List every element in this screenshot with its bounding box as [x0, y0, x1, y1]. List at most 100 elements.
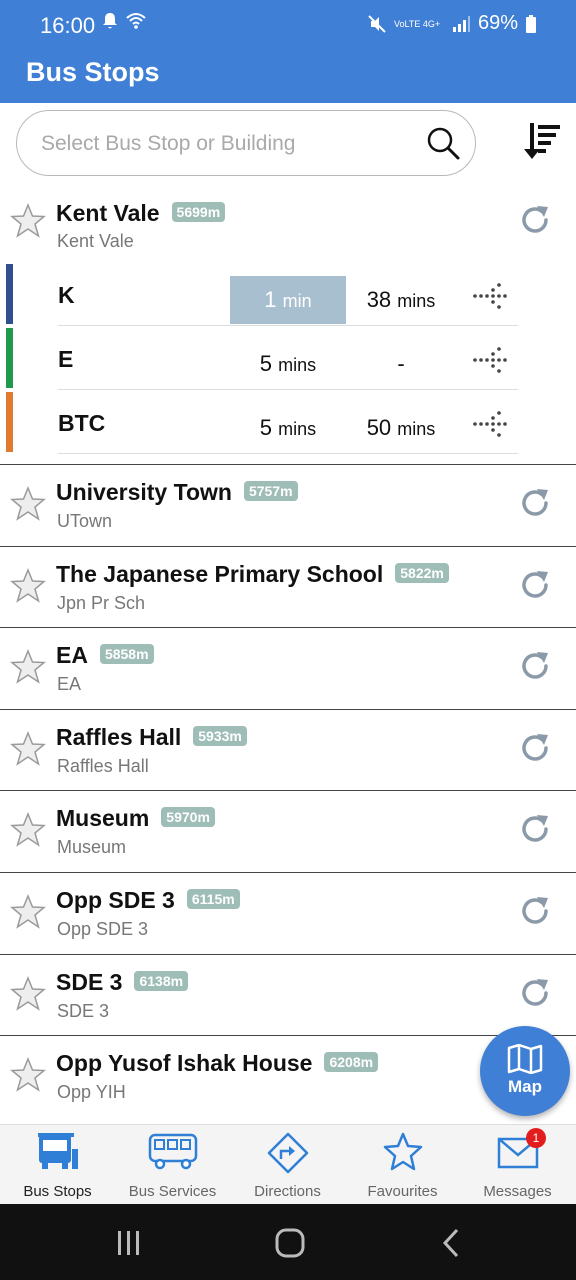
- nav-favourites[interactable]: Favourites: [345, 1125, 460, 1205]
- refresh-icon[interactable]: [517, 485, 553, 521]
- favourite-star-icon[interactable]: [9, 202, 47, 240]
- service-arrivals: K 1 min 38 mins E 5 mins - BTC 5 mins 50…: [0, 262, 576, 464]
- service-color-bar: [6, 328, 13, 388]
- stop-name-text: The Japanese Primary School: [56, 560, 384, 587]
- stop-code: Opp SDE 3: [57, 918, 149, 939]
- favourite-star-icon[interactable]: [9, 485, 47, 523]
- status-notification-icons: [102, 12, 146, 30]
- favourite-star-icon[interactable]: [9, 975, 47, 1013]
- service-row-k[interactable]: K 1 min 38 mins: [0, 262, 576, 326]
- route-dots-icon[interactable]: [472, 346, 508, 374]
- notification-bell-icon: [103, 13, 117, 29]
- route-dots-icon[interactable]: [472, 410, 508, 438]
- refresh-icon[interactable]: [517, 730, 553, 766]
- next-arrival-value: 1: [264, 287, 277, 312]
- next-arrival-unit: min: [282, 291, 312, 311]
- second-arrival-unit: mins: [397, 419, 436, 439]
- map-button-label: Map: [508, 1077, 542, 1096]
- next-arrival-value: 5: [259, 351, 273, 376]
- network-labels: VoLTE 4G+: [393, 18, 441, 29]
- home-icon[interactable]: [273, 1226, 307, 1260]
- favourite-star-icon[interactable]: [9, 893, 47, 931]
- next-arrival: 5 mins: [230, 340, 346, 388]
- search-row: Select Bus Stop or Building: [0, 103, 576, 190]
- refresh-icon[interactable]: [517, 648, 553, 684]
- stop-name-text: Opp Yusof Ishak House: [56, 1050, 313, 1077]
- nav-label: Bus Stops: [23, 1183, 92, 1200]
- wifi-icon: [126, 13, 146, 29]
- second-arrival-value: -: [397, 351, 405, 376]
- stop-code: EA: [57, 674, 82, 695]
- stop-name-text: Raffles Hall: [56, 723, 182, 750]
- favourite-star-icon[interactable]: [9, 730, 47, 768]
- refresh-icon[interactable]: [517, 202, 553, 238]
- refresh-icon[interactable]: [517, 811, 553, 847]
- status-time: 16:00: [40, 13, 96, 38]
- directions-icon: [267, 1132, 308, 1174]
- stop-name-text: Museum: [56, 805, 150, 832]
- signal-icon: [452, 15, 470, 32]
- stop-code: Jpn Pr Sch: [57, 592, 146, 613]
- nav-label: Favourites: [367, 1183, 438, 1200]
- map-button[interactable]: Map: [480, 1026, 570, 1116]
- nav-label: Messages: [483, 1183, 552, 1200]
- second-arrival-value: 50: [366, 415, 392, 440]
- nav-bus-services[interactable]: Bus Services: [115, 1125, 230, 1205]
- favourite-star-icon[interactable]: [9, 811, 47, 849]
- nav-label: Directions: [254, 1183, 321, 1200]
- distance-badge: 6208m: [324, 1052, 379, 1073]
- service-color-bar: [6, 264, 13, 324]
- sort-icon[interactable]: [522, 121, 562, 163]
- next-arrival: 5 mins: [230, 404, 346, 452]
- service-name: K: [58, 282, 75, 308]
- distance-badge: 5858m: [99, 644, 154, 665]
- stop-code: Kent Vale: [57, 231, 134, 251]
- service-row-e[interactable]: E 5 mins -: [0, 326, 576, 390]
- nav-bus-stops[interactable]: Bus Stops: [0, 1125, 115, 1205]
- search-placeholder: Select Bus Stop or Building: [41, 132, 296, 155]
- stop-name: The Japanese Primary School 5822m: [56, 561, 449, 588]
- next-arrival-unit: mins: [278, 419, 317, 439]
- bus-stop-expanded[interactable]: Kent Vale 5699m Kent Vale: [0, 190, 576, 262]
- nav-directions[interactable]: Directions: [230, 1125, 345, 1205]
- status-bar: 16:00 VoLTE 4G+ 69%: [0, 0, 576, 50]
- service-color-bar: [6, 392, 13, 452]
- bus-stop-row[interactable]: The Japanese Primary School 5822m Jpn Pr S…: [0, 545, 576, 628]
- second-arrival: 50 mins: [343, 404, 459, 452]
- back-icon[interactable]: [435, 1226, 469, 1260]
- stop-name: SDE 3 6138m: [56, 969, 189, 996]
- route-dots-icon[interactable]: [472, 282, 508, 310]
- status-right: VoLTE 4G+ 69%: [368, 12, 536, 35]
- stop-name: EA 5858m: [56, 642, 154, 669]
- refresh-icon[interactable]: [517, 893, 553, 929]
- refresh-icon[interactable]: [517, 567, 553, 603]
- mute-icon: [368, 14, 386, 33]
- service-name: E: [58, 346, 74, 372]
- battery-percent: 69%: [477, 12, 518, 34]
- star-icon: [383, 1132, 422, 1171]
- bus-stop-row[interactable]: EA 5858m EA: [0, 627, 576, 709]
- refresh-icon[interactable]: [517, 975, 553, 1011]
- service-row-btc[interactable]: BTC 5 mins 50 mins: [0, 390, 576, 454]
- bus-stop-row[interactable]: Museum 5970m Museum: [0, 790, 576, 872]
- second-arrival: -: [343, 340, 459, 388]
- search-icon[interactable]: [425, 125, 461, 161]
- next-arrival-value: 5: [259, 415, 273, 440]
- stop-name-text: Kent Vale: [56, 200, 160, 226]
- messages-badge: 1: [526, 1128, 546, 1148]
- bus-stop-row[interactable]: Opp SDE 3 6115m Opp SDE 3: [0, 871, 576, 954]
- stop-name-text: Opp SDE 3: [56, 886, 175, 913]
- nav-messages[interactable]: 1 Messages: [460, 1125, 575, 1205]
- bus-stop-row[interactable]: SDE 3 6138m SDE 3: [0, 953, 576, 1036]
- recent-apps-icon[interactable]: [112, 1226, 146, 1260]
- stop-name: Museum 5970m: [56, 805, 215, 832]
- search-input[interactable]: Select Bus Stop or Building: [16, 110, 476, 176]
- bus-stop-row[interactable]: University Town 5757m UTown: [0, 464, 576, 546]
- favourite-star-icon[interactable]: [9, 567, 47, 605]
- stop-name: Raffles Hall 5933m: [56, 724, 247, 751]
- stop-code: Raffles Hall: [57, 755, 149, 776]
- favourite-star-icon[interactable]: [9, 1056, 47, 1094]
- bus-stop-row[interactable]: Raffles Hall 5933m Raffles Hall: [0, 708, 576, 791]
- service-name: BTC: [58, 410, 106, 436]
- favourite-star-icon[interactable]: [9, 648, 47, 686]
